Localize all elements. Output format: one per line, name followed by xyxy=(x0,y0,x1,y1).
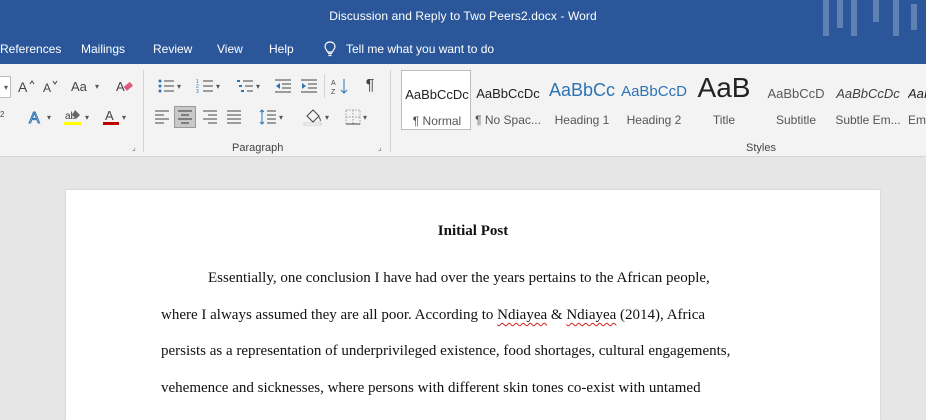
style-no-spacing[interactable]: AaBbCcDc ¶ No Spac... xyxy=(473,70,543,130)
align-left-icon[interactable] xyxy=(152,107,172,127)
svg-text:A: A xyxy=(43,81,51,94)
svg-text:A: A xyxy=(331,80,336,87)
paragraph-line-1: Essentially, one conclusion I have had o… xyxy=(208,270,710,286)
style-sample: AaBbCcDc xyxy=(405,87,469,102)
tab-references[interactable]: References xyxy=(0,42,61,56)
svg-text:3: 3 xyxy=(196,89,199,94)
paragraph-line-4: vehemence and sicknesses, where persons … xyxy=(161,380,701,396)
svg-text:A: A xyxy=(105,108,114,123)
line-text: (2014), Africa xyxy=(616,307,706,323)
style-normal[interactable]: AaBbCcDc ¶ Normal xyxy=(401,70,471,130)
increase-indent-icon[interactable] xyxy=(298,76,320,96)
style-name: Subtle Em... xyxy=(835,113,901,127)
svg-text:Z: Z xyxy=(331,89,336,95)
style-name: ¶ Normal xyxy=(412,114,462,128)
style-title[interactable]: AaB Title xyxy=(689,70,759,130)
svg-text:2: 2 xyxy=(0,110,5,119)
svg-text:A: A xyxy=(116,79,125,94)
bullets-icon[interactable]: ▾ xyxy=(152,76,186,96)
lightbulb-icon xyxy=(324,41,336,57)
document-canvas[interactable]: Initial Post Essentially, one conclusion… xyxy=(0,157,926,420)
svg-text:A: A xyxy=(29,110,40,126)
style-sample: AaI xyxy=(908,86,926,101)
multilevel-list-icon[interactable]: ▾ xyxy=(230,76,266,96)
align-right-icon[interactable] xyxy=(200,107,220,127)
align-center-button[interactable] xyxy=(174,106,196,128)
shrink-font-icon[interactable]: A xyxy=(40,76,60,96)
style-sample: AaB xyxy=(697,72,751,103)
style-sample: AaBbCcD xyxy=(767,86,825,101)
decrease-indent-icon[interactable] xyxy=(272,76,294,96)
paragraph-line-3: persists as a representation of underpri… xyxy=(161,343,731,359)
styles-group-label: Styles xyxy=(746,142,776,154)
style-name: Em xyxy=(908,113,926,127)
group-separator xyxy=(390,70,391,152)
numbering-icon[interactable]: 1 2 3 ▾ xyxy=(190,76,226,96)
font-color-icon[interactable]: A ▾ xyxy=(96,107,132,127)
document-page[interactable]: Initial Post Essentially, one conclusion… xyxy=(66,190,880,420)
show-formatting-marks-icon[interactable]: ¶ xyxy=(360,76,380,96)
tell-me-text: Tell me what you want to do xyxy=(346,42,495,56)
style-name: Subtitle xyxy=(775,113,817,127)
group-separator xyxy=(143,70,144,152)
line-text: & xyxy=(547,307,567,323)
line-spacing-icon[interactable]: ▾ xyxy=(254,107,288,127)
sort-icon[interactable]: AZ xyxy=(330,76,350,96)
misspelled-word[interactable]: Ndiayea xyxy=(566,307,616,323)
text-effects-icon[interactable]: A ▾ xyxy=(22,107,56,127)
style-sample: AaBbCc xyxy=(548,80,616,100)
paragraph-group-label: Paragraph xyxy=(232,142,284,154)
style-name: Heading 2 xyxy=(626,113,682,127)
tell-me-search[interactable]: Tell me what you want to do xyxy=(324,41,494,57)
ribbon-tabs: References Mailings Review View Help Tel… xyxy=(0,36,926,64)
style-name: Title xyxy=(712,113,736,127)
tab-help[interactable]: Help xyxy=(269,42,294,56)
ribbon: ▾ A A Aa ▾ A 2 A ▾ ab ▾ A ▾ ⌟ ▾ 1 2 3 ▾ ▾ AZ xyxy=(0,64,926,157)
shading-icon[interactable]: ▾ xyxy=(298,107,334,127)
style-subtitle[interactable]: AaBbCcD Subtitle xyxy=(761,70,831,130)
paragraph-dialog-launcher[interactable]: ⌟ xyxy=(378,143,387,152)
font-size-dropdown[interactable]: ▾ xyxy=(0,76,11,98)
superscript-icon[interactable]: 2 xyxy=(0,107,10,127)
style-sample: AaBbCcDc xyxy=(476,86,540,101)
title-bar: Discussion and Reply to Two Peers2.docx … xyxy=(0,0,926,36)
svg-text:Aa: Aa xyxy=(71,79,88,94)
style-subtle-emphasis[interactable]: AaBbCcDc Subtle Em... xyxy=(833,70,903,130)
window-title: Discussion and Reply to Two Peers2.docx … xyxy=(329,9,597,23)
line-text: where I always assumed they are all poor… xyxy=(161,307,498,323)
title-bar-decoration xyxy=(823,0,917,36)
tab-view[interactable]: View xyxy=(217,42,243,56)
style-sample: AaBbCcD xyxy=(621,83,687,100)
change-case-icon[interactable]: Aa ▾ xyxy=(68,76,102,96)
highlight-color-icon[interactable]: ab ▾ xyxy=(58,107,94,127)
misspelled-word[interactable]: Ndiayea xyxy=(497,307,547,323)
grow-font-icon[interactable]: A xyxy=(16,76,36,96)
style-emphasis[interactable]: AaI Em xyxy=(905,70,926,130)
font-dialog-launcher[interactable]: ⌟ xyxy=(132,143,141,152)
style-heading-1[interactable]: AaBbCc Heading 1 xyxy=(547,70,617,130)
styles-gallery: AaBbCcDc ¶ Normal AaBbCcDc ¶ No Spac... … xyxy=(398,68,926,132)
section-heading: Initial Post xyxy=(437,223,509,239)
style-sample: AaBbCcDc xyxy=(836,86,900,101)
previous-text-fragment xyxy=(492,184,506,190)
tab-review[interactable]: Review xyxy=(153,42,192,56)
style-name: ¶ No Spac... xyxy=(475,113,541,127)
tab-mailings[interactable]: Mailings xyxy=(81,42,125,56)
style-heading-2[interactable]: AaBbCcD Heading 2 xyxy=(619,70,689,130)
paragraph-line-2: where I always assumed they are all poor… xyxy=(161,307,705,324)
paragraph-inner-separator xyxy=(324,74,325,98)
justify-icon[interactable] xyxy=(224,107,244,127)
clear-formatting-icon[interactable]: A xyxy=(114,76,134,96)
svg-text:A: A xyxy=(18,79,28,94)
borders-icon[interactable]: ▾ xyxy=(338,107,374,127)
style-name: Heading 1 xyxy=(554,113,610,127)
